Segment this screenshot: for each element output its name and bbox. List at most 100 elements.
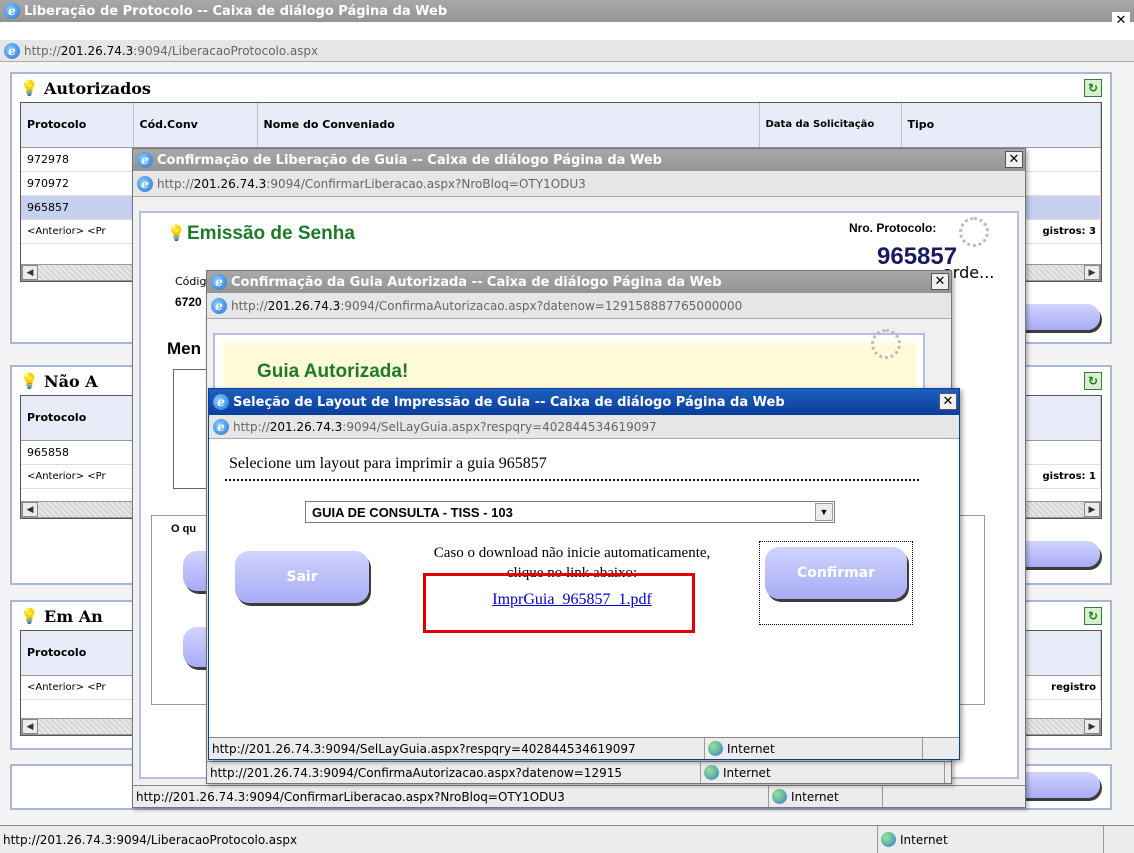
chevron-down-icon[interactable]: ▼ [815, 503, 833, 521]
refresh-icon[interactable]: ↻ [1084, 607, 1102, 625]
pager[interactable]: <Anterior> <Pr [21, 675, 134, 700]
confirmar-button[interactable]: Confirmar [765, 547, 907, 599]
ie-icon: e [211, 297, 227, 314]
pager[interactable]: <Anterior> <Pr [21, 219, 134, 244]
col-protocolo[interactable]: Protocolo [21, 396, 134, 441]
layout-dialog-window: e Seleção de Layout de Impressão de Guia… [208, 388, 960, 760]
url-prefix: http:// [157, 176, 194, 191]
url-prefix: http:// [231, 298, 268, 313]
ie-icon: e [4, 42, 20, 59]
scroll-right-icon[interactable]: ▶ [1084, 502, 1100, 517]
url-rest: :9094/LiberacaoProtocolo.aspx [133, 43, 319, 58]
guia-autorizada-heading: Guia Autorizada! [257, 361, 409, 382]
scroll-left-icon[interactable]: ◀ [22, 719, 38, 734]
nao-autorizados-title: Não A [44, 371, 98, 391]
url-rest: :9094/ConfirmaAutorizacao.aspx?datenow=1… [340, 298, 743, 313]
layout-dialog-close-button[interactable]: ✕ [939, 393, 957, 410]
scroll-left-icon[interactable]: ◀ [22, 265, 38, 280]
status-zone: Internet [769, 786, 883, 807]
codigo-label: Códig [175, 275, 207, 288]
layout-dialog-titlebar: e Seleção de Layout de Impressão de Guia… [209, 389, 959, 415]
refresh-icon[interactable]: ↻ [1084, 372, 1102, 390]
lightbulb-red-icon: 💡 [20, 372, 39, 390]
nro-protocolo-label: Nro. Protocolo: [849, 221, 937, 235]
oque-label: O qu [171, 523, 197, 535]
loading-spinner-icon [871, 329, 901, 359]
cell-protocolo[interactable]: 970972 [21, 171, 134, 196]
confirm-lib-close-button[interactable]: ✕ [1005, 151, 1023, 168]
url-host: 201.26.74.3 [269, 419, 343, 434]
scroll-right-icon[interactable]: ▶ [1084, 719, 1100, 734]
col-data-solicitacao[interactable]: Data da Solicitação [759, 103, 902, 148]
ie-icon: e [4, 3, 20, 19]
cell-protocolo[interactable]: 972978 [21, 147, 134, 172]
refresh-icon[interactable]: ↻ [1084, 79, 1102, 97]
url-prefix: http:// [233, 419, 270, 434]
status-url: http://201.26.74.3:9094/LiberacaoProtoco… [0, 826, 878, 853]
url-host: 201.26.74.3 [60, 43, 134, 58]
sair-button[interactable]: Sair [235, 551, 369, 603]
mensagem-label: Men [167, 339, 201, 358]
status-zone: Internet [705, 738, 923, 759]
scroll-left-icon[interactable]: ◀ [22, 502, 38, 517]
codigo-value: 6720 [175, 295, 202, 309]
globe-icon [881, 832, 896, 847]
status-zone-label: Internet [900, 832, 948, 847]
col-protocolo[interactable]: Protocolo [21, 631, 134, 676]
layout-select[interactable]: GUIA DE CONSULTA - TISS - 103 ▼ [305, 501, 835, 523]
confirm-lib-title: Confirmação de Liberação de Guia -- Caix… [157, 152, 662, 168]
layout-prompt: Selecione um layout para imprimir a guia… [229, 455, 547, 472]
status-url: http://201.26.74.3:9094/ConfirmarLiberac… [133, 786, 769, 807]
main-statusbar: http://201.26.74.3:9094/LiberacaoProtoco… [0, 825, 1134, 853]
ie-icon: e [137, 152, 153, 168]
lightbulb-green-icon: 💡 [167, 225, 186, 242]
confirm-guia-title: Confirmação da Guia Autorizada -- Caixa … [231, 274, 722, 290]
download-link[interactable]: ImprGuia_965857_1.pdf [385, 591, 759, 609]
dotted-divider [225, 479, 919, 481]
status-zone-label: Internet [791, 789, 839, 804]
url-rest: :9094/ConfirmarLiberacao.aspx?NroBloq=OT… [266, 176, 586, 191]
main-titlebar: e Liberação de Protocolo -- Caixa de diá… [0, 0, 1134, 22]
confirm-guia-titlebar: e Confirmação da Guia Autorizada -- Caix… [207, 271, 951, 293]
confirm-lib-address-bar: e http://201.26.74.3:9094/ConfirmarLiber… [133, 171, 1025, 197]
main-close-button[interactable]: ✕ [1112, 12, 1130, 29]
cell-protocolo[interactable]: 965858 [21, 440, 134, 465]
url-rest: :9094/SelLayGuia.aspx?respqry=4028445346… [342, 419, 657, 434]
layout-dialog-address-bar: e http://201.26.74.3:9094/SelLayGuia.asp… [209, 415, 959, 439]
ie-icon: e [137, 175, 153, 192]
status-zone: Internet [878, 826, 1104, 853]
lightbulb-yellow-icon: 💡 [20, 607, 39, 625]
layout-dialog-statusbar: http://201.26.74.3:9094/SelLayGuia.aspx?… [209, 737, 959, 759]
status-url: http://201.26.74.3:9094/SelLayGuia.aspx?… [209, 738, 705, 759]
col-protocolo[interactable]: Protocolo [21, 103, 134, 148]
status-zone: Internet [701, 762, 945, 783]
layout-dialog-title: Seleção de Layout de Impressão de Guia -… [233, 394, 785, 410]
url-host: 201.26.74.3 [267, 298, 341, 313]
col-nome-conveniado[interactable]: Nome do Conveniado [257, 103, 760, 148]
main-window-title: Liberação de Protocolo -- Caixa de diálo… [24, 3, 448, 19]
main-address-bar: e http://201.26.74.3:9094/LiberacaoProto… [0, 40, 1134, 62]
col-cod-conv[interactable]: Cód.Conv [133, 103, 258, 148]
globe-icon [704, 765, 719, 780]
confirm-guia-address-bar: e http://201.26.74.3:9094/ConfirmaAutori… [207, 293, 951, 319]
confirm-guia-close-button[interactable]: ✕ [931, 273, 949, 290]
pager[interactable]: <Anterior> <Pr [21, 464, 134, 489]
confirm-guia-statusbar: http://201.26.74.3:9094/ConfirmaAutoriza… [207, 761, 951, 783]
autorizados-header: 💡 Autorizados [12, 74, 1110, 102]
layout-select-value: GUIA DE CONSULTA - TISS - 103 [312, 504, 513, 520]
globe-icon [708, 741, 723, 756]
cell-protocolo[interactable]: 965857 [21, 195, 134, 220]
ie-icon: e [213, 394, 229, 410]
status-url: http://201.26.74.3:9094/ConfirmaAutoriza… [207, 762, 701, 783]
confirm-lib-statusbar: http://201.26.74.3:9094/ConfirmarLiberac… [133, 785, 1025, 807]
url-host: 201.26.74.3 [193, 176, 267, 191]
globe-icon [772, 789, 787, 804]
ie-icon: e [211, 274, 227, 290]
confirm-lib-titlebar: e Confirmação de Liberação de Guia -- Ca… [133, 149, 1025, 171]
col-tipo[interactable]: Tipo [901, 103, 1101, 148]
em-analise-title: Em An [44, 606, 103, 626]
scroll-right-icon[interactable]: ▶ [1084, 265, 1100, 280]
emissao-title: Emissão de Senha [187, 223, 355, 244]
url-prefix: http:// [24, 43, 61, 58]
status-zone-label: Internet [727, 741, 775, 756]
